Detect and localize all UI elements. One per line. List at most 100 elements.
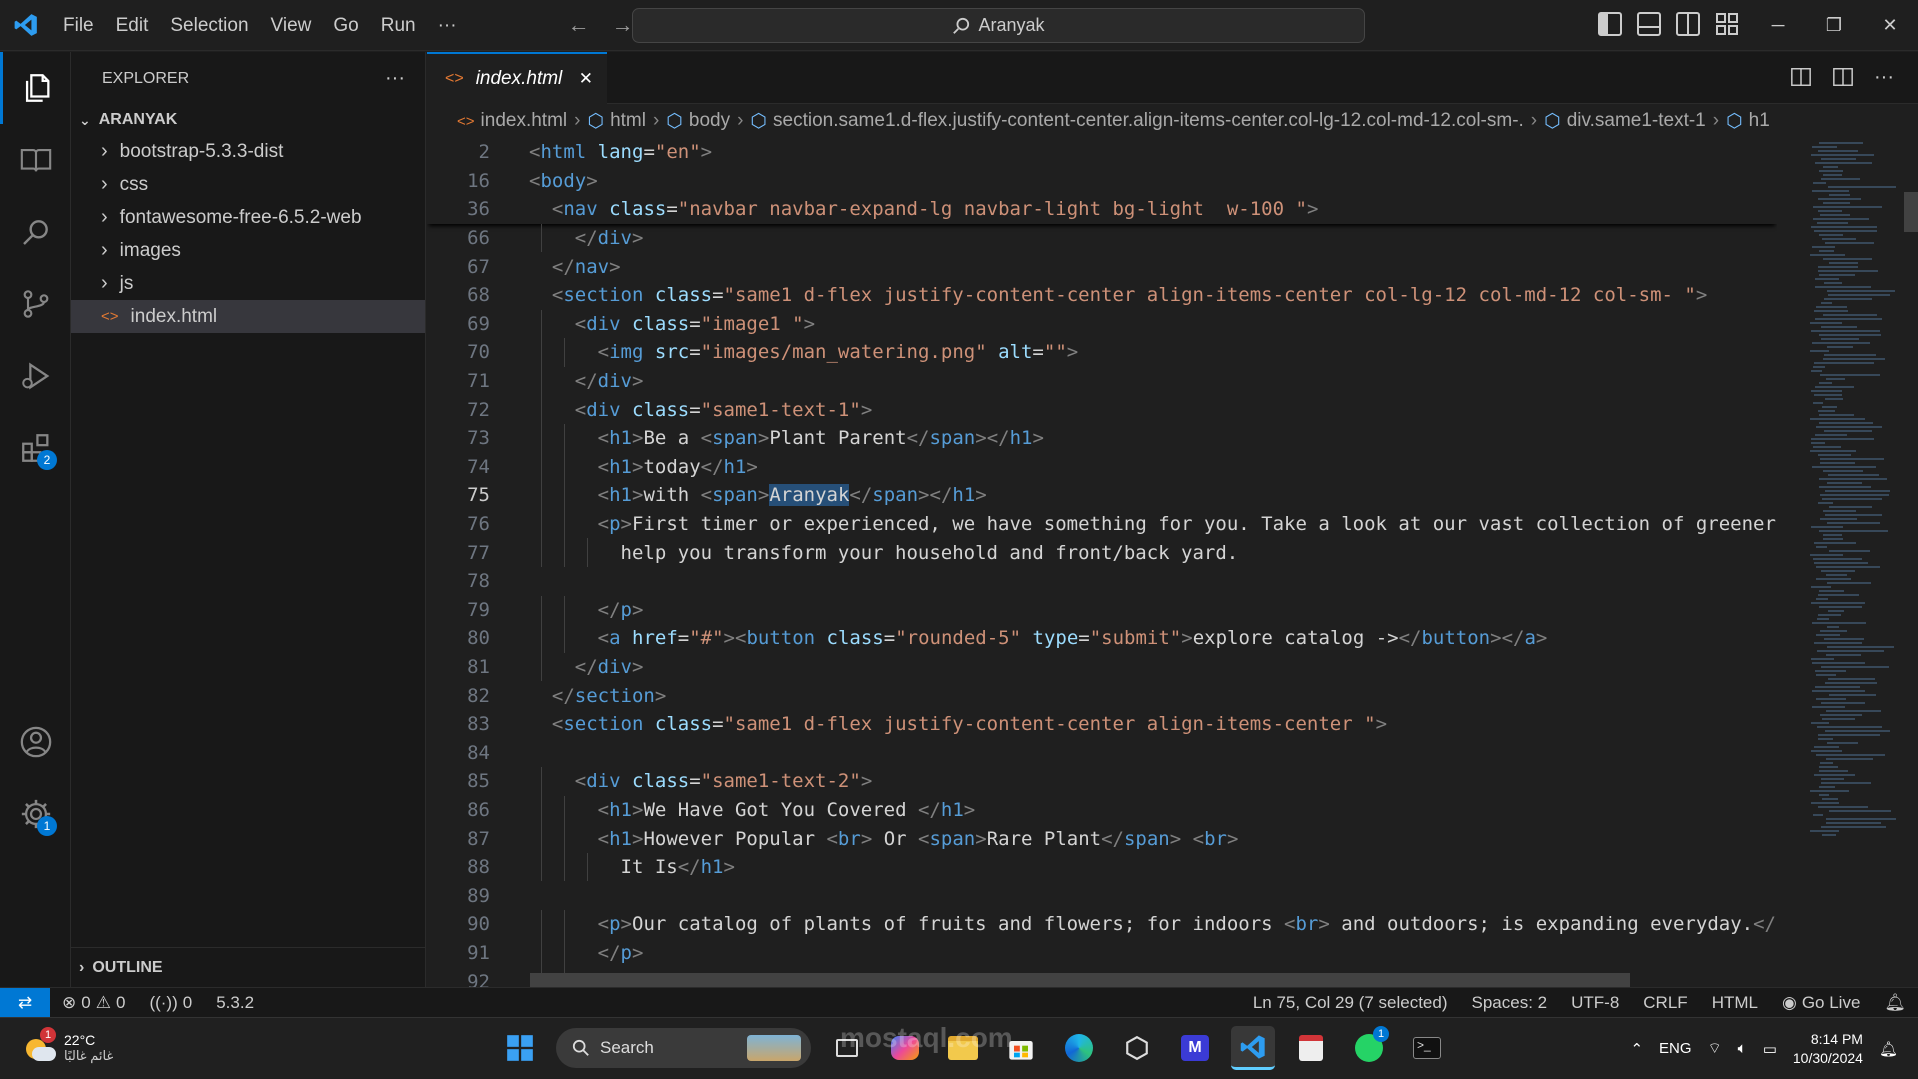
code-line[interactable]: 69 <div class="image1 "> xyxy=(427,309,1777,339)
tree-item-js[interactable]: › js xyxy=(71,267,425,300)
reading-view-icon[interactable] xyxy=(0,124,71,196)
menu-item-selection[interactable]: Selection xyxy=(159,0,259,51)
vertical-scrollbar[interactable] xyxy=(1904,192,1918,232)
code-line[interactable]: 91 </p> xyxy=(427,938,1777,968)
close-window-button[interactable]: ✕ xyxy=(1862,0,1918,51)
wifi-icon[interactable]: ⌔ xyxy=(1708,1039,1722,1058)
breadcrumb-item[interactable]: section.same1.d-flex.justify-content-cen… xyxy=(773,110,1524,132)
menu-more[interactable]: ··· xyxy=(427,0,468,51)
customize-layout-icon[interactable] xyxy=(1715,12,1739,36)
code-line[interactable]: 80 <a href="#"><button class="rounded-5"… xyxy=(427,624,1777,653)
code-line[interactable]: 79 </p> xyxy=(427,595,1777,625)
notification-center-icon[interactable]: 🔔︎ xyxy=(1879,1040,1898,1058)
menu-item-run[interactable]: Run xyxy=(370,0,427,51)
tab-index-html[interactable]: <> index.html ✕ xyxy=(427,52,607,104)
toggle-panel-icon[interactable] xyxy=(1637,12,1661,36)
tree-item-bootstrap-5-3-3-dist[interactable]: › bootstrap-5.3.3-dist xyxy=(71,135,425,168)
code-line[interactable]: 84 xyxy=(427,738,1777,767)
code-line[interactable]: 88 It Is</h1> xyxy=(427,852,1777,882)
input-language[interactable]: ENG xyxy=(1659,1040,1692,1057)
edge-icon[interactable] xyxy=(1057,1026,1101,1070)
cursor-position[interactable]: Ln 75, Col 29 (7 selected) xyxy=(1241,993,1460,1013)
command-center[interactable]: Aranyak xyxy=(632,8,1365,43)
code-editor[interactable]: 2 <html lang="en"> 16 <body> 36 <nav class="… xyxy=(427,138,1777,987)
breadcrumb-item[interactable]: index.html xyxy=(481,110,568,132)
code-line[interactable]: 70 <img src="images/man_watering.png" al… xyxy=(427,338,1777,367)
volume-icon[interactable]: 🔈︎ xyxy=(1738,1040,1747,1057)
minimize-button[interactable]: ─ xyxy=(1750,0,1806,51)
search-activity-icon[interactable] xyxy=(0,196,71,268)
remote-icon[interactable]: ⇄ xyxy=(0,987,50,1018)
code-line[interactable]: 71 </div> xyxy=(427,366,1777,396)
manage-gear-icon[interactable]: 1 xyxy=(0,778,71,850)
tab-close-icon[interactable]: ✕ xyxy=(579,69,593,89)
code-line[interactable]: 90 <p>Our catalog of plants of fruits an… xyxy=(427,910,1777,939)
workspace-folder[interactable]: ⌄ ARANYAK xyxy=(71,105,425,135)
source-control-icon[interactable] xyxy=(0,268,71,340)
code-line[interactable]: 85 <div class="same1-text-2"> xyxy=(427,767,1777,796)
breadcrumb-item[interactable]: html xyxy=(610,110,646,132)
unity-icon[interactable] xyxy=(1115,1026,1159,1070)
outline-section[interactable]: › OUTLINE xyxy=(71,947,426,987)
encoding[interactable]: UTF-8 xyxy=(1559,993,1631,1013)
terminal-icon[interactable]: >_ xyxy=(1405,1026,1449,1070)
code-line[interactable]: 78 xyxy=(427,567,1777,596)
code-line[interactable]: 77 help you transform your household and… xyxy=(427,538,1777,567)
code-line[interactable]: 74 <h1>today</h1> xyxy=(427,452,1777,482)
code-line[interactable]: 83 <section class="same1 d-flex justify-… xyxy=(427,710,1777,739)
code-line[interactable]: 73 <h1>Be a <span>Plant Parent</span></h… xyxy=(427,423,1777,453)
explorer-more-button[interactable]: ··· xyxy=(385,67,405,90)
forward-arrow-icon[interactable]: → xyxy=(612,12,634,38)
code-line[interactable]: 76 <p>First timer or experienced, we hav… xyxy=(427,509,1777,539)
code-line[interactable]: 72 <div class="same1-text-1"> xyxy=(427,395,1777,424)
chevron-up-icon[interactable]: ⌃ xyxy=(1630,1040,1643,1058)
menu-item-go[interactable]: Go xyxy=(322,0,369,51)
code-line[interactable]: 75 <h1>with <span>Aranyak</span></h1> xyxy=(427,481,1777,510)
accounts-icon[interactable] xyxy=(0,706,71,778)
sticky-scroll-line[interactable]: 36 <nav class="navbar navbar-expand-lg n… xyxy=(427,195,1777,224)
extensions-icon[interactable]: 2 xyxy=(0,412,71,484)
editor-more-icon[interactable]: ··· xyxy=(1874,66,1894,88)
notifications-bell-icon[interactable]: 🔔︎ xyxy=(1872,993,1918,1013)
code-line[interactable]: 81 </div> xyxy=(427,652,1777,682)
breadcrumb-item[interactable]: div.same1-text-1 xyxy=(1567,110,1706,132)
code-line[interactable]: 87 <h1>However Popular <br> Or <span>Rar… xyxy=(427,824,1777,853)
tree-item-index-html[interactable]: <> index.html xyxy=(71,300,425,333)
language-mode[interactable]: HTML xyxy=(1700,993,1770,1013)
sticky-scroll-line[interactable]: 16 <body> xyxy=(427,166,1777,196)
problems-indicator[interactable]: ⊗ 0 ⚠ 0 xyxy=(50,993,137,1013)
back-arrow-icon[interactable]: ← xyxy=(568,12,590,38)
end-of-line[interactable]: CRLF xyxy=(1631,993,1699,1013)
windows-start-icon[interactable] xyxy=(498,1026,542,1070)
toggle-secondary-sidebar-icon[interactable] xyxy=(1676,12,1700,36)
open-preview-icon[interactable] xyxy=(1790,66,1812,88)
code-line[interactable]: 86 <h1>We Have Got You Covered </h1> xyxy=(427,795,1777,825)
horizontal-scrollbar[interactable] xyxy=(530,973,1630,987)
taskbar-search[interactable]: Search xyxy=(556,1028,811,1068)
code-line[interactable]: 68 <section class="same1 d-flex justify-… xyxy=(427,281,1777,310)
ports-indicator[interactable]: ((·)) 0 xyxy=(137,993,204,1013)
code-line[interactable]: 67 </nav> xyxy=(427,252,1777,281)
battery-icon[interactable]: ▭ xyxy=(1763,1040,1777,1058)
clock[interactable]: 8:14 PM 10/30/2024 xyxy=(1793,1030,1863,1068)
code-line[interactable]: 66 </div> xyxy=(427,223,1777,253)
tree-item-fontawesome-free-6-5-2-web[interactable]: › fontawesome-free-6.5.2-web xyxy=(71,201,425,234)
whatsapp-icon[interactable]: 1 xyxy=(1347,1026,1391,1070)
toggle-sidebar-icon[interactable] xyxy=(1598,12,1622,36)
maximize-button[interactable]: ❐ xyxy=(1806,0,1862,51)
menu-item-edit[interactable]: Edit xyxy=(105,0,160,51)
breadcrumb-item[interactable]: h1 xyxy=(1749,110,1770,132)
version-indicator[interactable]: 5.3.2 xyxy=(204,993,266,1013)
menu-item-view[interactable]: View xyxy=(260,0,323,51)
tree-item-images[interactable]: › images xyxy=(71,234,425,267)
tree-item-css[interactable]: › css xyxy=(71,168,425,201)
menu-item-file[interactable]: File xyxy=(52,0,105,51)
snipping-tool-icon[interactable] xyxy=(1289,1026,1333,1070)
explorer-icon[interactable] xyxy=(0,52,71,124)
weather-widget[interactable]: 1 22°C غائم غالبًا xyxy=(0,1027,440,1065)
run-debug-icon[interactable] xyxy=(0,340,71,412)
vscode-taskbar-icon[interactable] xyxy=(1231,1026,1275,1070)
code-line[interactable]: 82 </section> xyxy=(427,681,1777,710)
split-editor-icon[interactable] xyxy=(1832,66,1854,88)
vs-icon[interactable]: M xyxy=(1173,1026,1217,1070)
